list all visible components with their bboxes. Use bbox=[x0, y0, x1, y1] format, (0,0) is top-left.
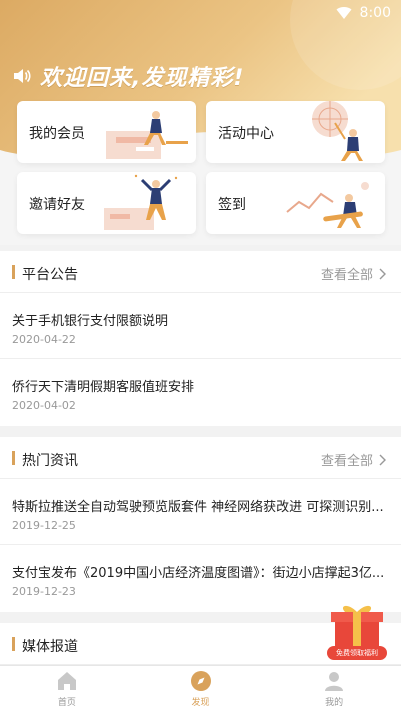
wifi-icon bbox=[336, 7, 352, 20]
status-time: 8:00 bbox=[359, 5, 391, 21]
home-icon bbox=[57, 672, 76, 690]
section-title: 媒体报道 bbox=[22, 639, 78, 655]
item-date: 2020-04-02 bbox=[12, 399, 76, 412]
free-gift-button[interactable]: 免费领取福利 bbox=[325, 600, 389, 664]
gift-caption: 免费领取福利 bbox=[327, 646, 387, 660]
item-date: 2020-04-22 bbox=[12, 333, 76, 346]
chevron-right-icon bbox=[379, 268, 386, 279]
view-all-label: 查看全部 bbox=[320, 268, 373, 283]
tab-home[interactable]: 首页 bbox=[0, 666, 134, 710]
section-header: 平台公告 查看全部 bbox=[0, 251, 401, 293]
section-accent-bar bbox=[12, 451, 15, 465]
item-title: 特斯拉推送全自动驾驶预览版套件 神经网络获改进 可探测识别... bbox=[12, 500, 384, 515]
activity-center-card[interactable]: 活动中心 bbox=[206, 101, 385, 163]
view-all-link[interactable]: 查看全部 bbox=[321, 264, 387, 283]
compass-icon bbox=[190, 671, 211, 691]
user-icon bbox=[325, 672, 344, 691]
list-item[interactable]: 特斯拉推送全自动驾驶预览版套件 神经网络获改进 可探测识别... 2019-12… bbox=[0, 479, 401, 545]
item-date: 2019-12-23 bbox=[12, 585, 76, 598]
invite-illustration bbox=[104, 174, 178, 230]
section-title: 平台公告 bbox=[22, 267, 78, 283]
tab-label: 我的 bbox=[325, 698, 344, 708]
tab-discover[interactable]: 发现 bbox=[134, 666, 268, 710]
status-bar: 8:00 bbox=[336, 4, 391, 22]
section-accent-bar bbox=[12, 637, 15, 651]
card-label: 活动中心 bbox=[218, 126, 274, 142]
gift-box-icon bbox=[331, 605, 383, 648]
bottom-tab-bar: 首页 发现 我的 bbox=[0, 665, 401, 710]
my-membership-card[interactable]: 我的会员 bbox=[17, 101, 196, 163]
item-title: 侨行天下清明假期客服值班安排 bbox=[12, 380, 195, 395]
welcome-text: 欢迎回来,发现精彩! bbox=[40, 66, 245, 91]
card-label: 邀请好友 bbox=[29, 197, 85, 213]
card-label: 签到 bbox=[218, 197, 246, 213]
item-title: 关于手机银行支付限额说明 bbox=[12, 314, 169, 329]
membership-illustration bbox=[106, 111, 188, 159]
sign-in-card[interactable]: 签到 bbox=[206, 172, 385, 234]
section-accent-bar bbox=[12, 265, 15, 279]
welcome-banner: 欢迎回来,发现精彩! bbox=[12, 60, 244, 92]
list-item[interactable]: 侨行天下清明假期客服值班安排 2020-04-02 bbox=[0, 359, 401, 425]
item-title: 支付宝发布《2019中国小店经济温度图谱》：街边小店撑起3亿... bbox=[12, 566, 385, 581]
chevron-right-icon bbox=[379, 454, 386, 465]
speaker-icon bbox=[14, 69, 31, 83]
section-title: 热门资讯 bbox=[22, 453, 78, 469]
tab-label: 首页 bbox=[57, 698, 76, 708]
card-label: 我的会员 bbox=[29, 126, 85, 142]
platform-notice-section: 平台公告 查看全部 关于手机银行支付限额说明 2020-04-22 侨行天下清明… bbox=[0, 251, 401, 426]
view-all-label: 查看全部 bbox=[320, 454, 373, 469]
section-header: 热门资讯 查看全部 bbox=[0, 437, 401, 479]
list-item[interactable]: 关于手机银行支付限额说明 2020-04-22 bbox=[0, 293, 401, 359]
invite-friends-card[interactable]: 邀请好友 bbox=[17, 172, 196, 234]
hot-news-section: 热门资讯 查看全部 特斯拉推送全自动驾驶预览版套件 神经网络获改进 可探测识别.… bbox=[0, 437, 401, 612]
sign-in-illustration bbox=[286, 182, 369, 228]
activity-illustration bbox=[312, 101, 363, 161]
item-date: 2019-12-25 bbox=[12, 519, 76, 532]
tab-mine[interactable]: 我的 bbox=[267, 666, 401, 710]
view-all-link[interactable]: 查看全部 bbox=[321, 450, 387, 469]
tab-label: 发现 bbox=[191, 698, 210, 708]
